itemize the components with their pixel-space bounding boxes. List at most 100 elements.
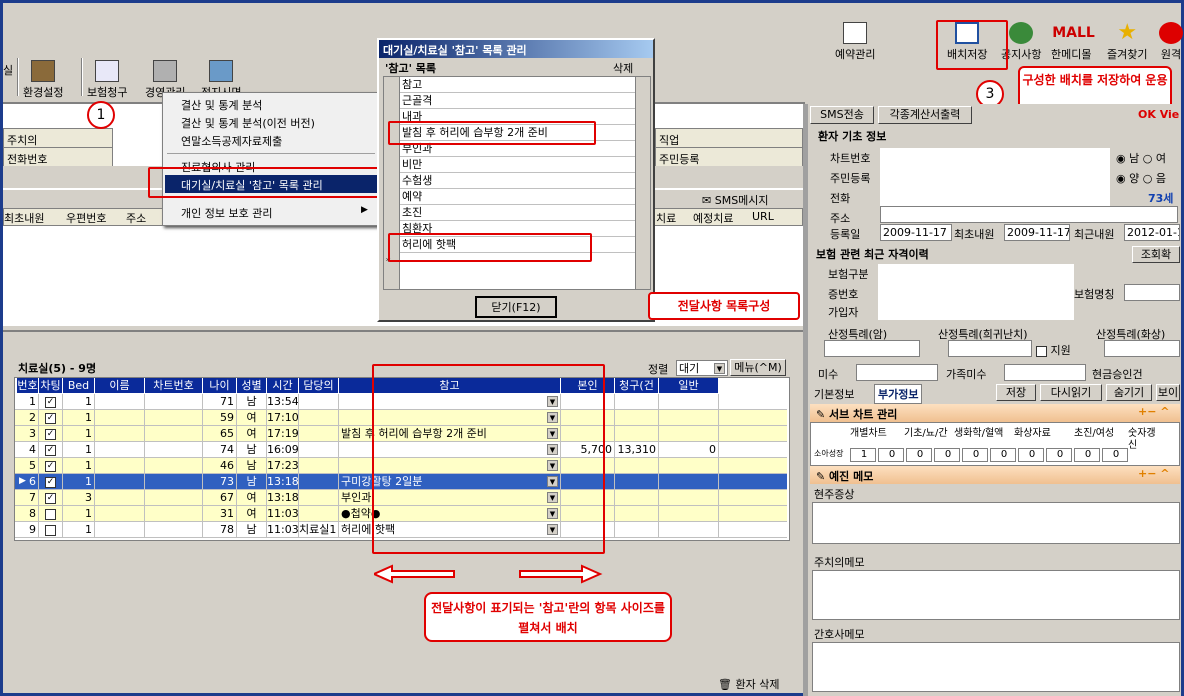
cell-chart-no [145, 490, 203, 506]
note-list-dialog: 대기실/치료실 '참고' 목록 관리 '참고' 목록 삭제 참고 근골격 내과 … [377, 38, 655, 322]
grid-col-1[interactable]: 차팅 [39, 378, 63, 393]
list-item[interactable]: 근골격 [400, 93, 640, 109]
sub-chart-col[interactable]: 개별차트 [850, 428, 904, 440]
sub-chart-col[interactable]: 기초/뇨/간 [904, 428, 954, 440]
calendar-type[interactable]: ◉ 양 ○ 음 [1116, 170, 1166, 186]
ins-name-label: 보험명칭 [1074, 288, 1115, 301]
symptom-label: 현주증상 [814, 488, 855, 501]
list-item[interactable]: 예약 [400, 189, 640, 205]
charting-checkbox[interactable]: ✓ [39, 394, 63, 410]
charting-checkbox[interactable]: ✓ [39, 490, 63, 506]
cell-chart-no [145, 442, 203, 458]
grid-col-12[interactable]: 일반 [659, 378, 719, 393]
inquiry-button[interactable]: 조회확 [1132, 246, 1180, 263]
grid-col-8[interactable]: 담당의 [299, 378, 339, 393]
charting-checkbox[interactable] [39, 506, 63, 522]
support-checkbox[interactable]: 지원 [1036, 342, 1071, 358]
close-button[interactable]: 닫기(F12) [475, 296, 557, 318]
cell-age: 71 [203, 394, 237, 410]
menu-stats[interactable]: 결산 및 통계 분석 [181, 97, 262, 113]
memo-add-icon[interactable]: +− ^ [1138, 467, 1169, 480]
grid-col-11[interactable]: 청구(건 [615, 378, 659, 393]
nurse-memo[interactable] [812, 642, 1180, 692]
reservation-button[interactable]: 예약관리 [835, 22, 875, 62]
grid-col-7[interactable]: 시간 [267, 378, 299, 393]
settings-button[interactable]: 환경설정 [23, 60, 63, 100]
list-item[interactable]: 비만 [400, 157, 640, 173]
address-field[interactable] [880, 206, 1178, 223]
cell-gen [659, 458, 719, 474]
print-invoice-button[interactable]: 각종계산서출력 [878, 106, 972, 124]
special-rare-field[interactable] [948, 340, 1032, 357]
menu-privacy[interactable]: 개인 정보 보호 관리 [181, 205, 272, 221]
last-visit-field[interactable]: 2012-01-1 [1124, 224, 1180, 241]
reload-button[interactable]: 다시읽기 [1040, 384, 1102, 401]
sub-chart-col[interactable]: 생화학/혈액 [954, 428, 1014, 440]
charting-checkbox[interactable]: ✓ [39, 442, 63, 458]
special-cancer-field[interactable] [824, 340, 920, 357]
grid-col-4[interactable]: 차트번호 [145, 378, 203, 393]
first-visit-field[interactable]: 2009-11-17 [1004, 224, 1070, 241]
menu-tax-deduction[interactable]: 연말소득공제자료제출 [181, 133, 282, 149]
insurance-claim-button[interactable]: 보험청구 [87, 60, 127, 100]
sms-send-button[interactable]: SMS전송 [810, 106, 874, 124]
col-scheduled: 예정치료 [693, 212, 734, 225]
hide-button[interactable]: 숨기기 [1106, 384, 1152, 401]
grid-col-6[interactable]: 성별 [237, 378, 267, 393]
cell-gen [659, 522, 719, 538]
grid-col-3[interactable]: 이름 [95, 378, 145, 393]
grid-col-5[interactable]: 나이 [203, 378, 237, 393]
ok-view-badge[interactable]: OK Vie [1138, 108, 1179, 121]
cell-no: 3 [17, 426, 39, 442]
row-pointer-icon: ▶ [19, 476, 26, 486]
favorites-button[interactable]: ★ 즐겨찾기 [1107, 22, 1147, 62]
remote-button[interactable]: 원격 [1159, 22, 1183, 62]
grid-col-2[interactable]: Bed [63, 378, 95, 393]
list-item-highlight [388, 233, 592, 262]
grid-menu-button[interactable]: 메뉴(^M) [730, 359, 786, 376]
age-value: 73세 [1148, 192, 1174, 205]
show-button[interactable]: 보이 [1156, 384, 1180, 401]
first-visit-label: 최초내원 [954, 228, 995, 241]
ins-name-field[interactable] [1124, 284, 1180, 301]
sub-chart-col[interactable]: 초진/여성 [1074, 428, 1128, 440]
gender-male[interactable]: ◉ 남 ○ 여 [1116, 150, 1166, 166]
grid-col-0[interactable]: 번호 [17, 378, 39, 393]
cell-doc [299, 426, 339, 442]
family-unpaid-field[interactable] [1004, 364, 1086, 381]
charting-checkbox[interactable]: ✓ [39, 410, 63, 426]
tab-basic-info[interactable]: 기본정보 [814, 386, 854, 402]
cell-doc [299, 458, 339, 474]
sort-select[interactable]: 대기 ▼ [676, 360, 728, 376]
sub-chart-col[interactable]: 숫자갱신 [1128, 428, 1156, 452]
list-item[interactable]: 수험생 [400, 173, 640, 189]
tab-extra-info[interactable]: 부가정보 [874, 384, 923, 404]
doctor-memo[interactable] [812, 570, 1180, 620]
cell-sex: 여 [237, 426, 267, 442]
list-item[interactable]: 참고 [400, 77, 640, 93]
charting-checkbox[interactable]: ✓ [39, 458, 63, 474]
cash-label: 현금승인건 [1092, 368, 1143, 381]
delete-label[interactable]: 삭제 [613, 60, 633, 76]
reg-date-field[interactable]: 2009-11-17 [880, 224, 952, 241]
address-label: 주소 [830, 212, 851, 225]
symptom-memo[interactable] [812, 502, 1180, 544]
sub-chart-col[interactable]: 화상자료 [1014, 428, 1074, 440]
toolbar-cut-item[interactable]: 실 [3, 62, 13, 78]
charting-checkbox[interactable] [39, 522, 63, 538]
menu-stats-old[interactable]: 결산 및 통계 분석(이전 버전) [181, 115, 315, 131]
sms-message-button[interactable]: ✉ SMS메시지 [702, 192, 769, 208]
mall-button[interactable]: MALL 한메디몰 [1051, 22, 1095, 62]
growth-graph-icon[interactable]: 소아성장 [814, 448, 843, 459]
col-zip: 우편번호 [66, 212, 107, 225]
save-button[interactable]: 저장 [996, 384, 1036, 401]
add-remove-icon[interactable]: +− ^ [1138, 405, 1169, 418]
special-burn-field[interactable] [1104, 340, 1180, 357]
charting-checkbox[interactable]: ✓ [39, 474, 63, 490]
unpaid-field[interactable] [856, 364, 938, 381]
list-scrollbar[interactable] [635, 76, 651, 290]
cell-claim [615, 490, 659, 506]
list-item[interactable]: 초진 [400, 205, 640, 221]
delete-patient-button[interactable]: 🗑 환자 삭제 [718, 676, 779, 692]
charting-checkbox[interactable]: ✓ [39, 426, 63, 442]
